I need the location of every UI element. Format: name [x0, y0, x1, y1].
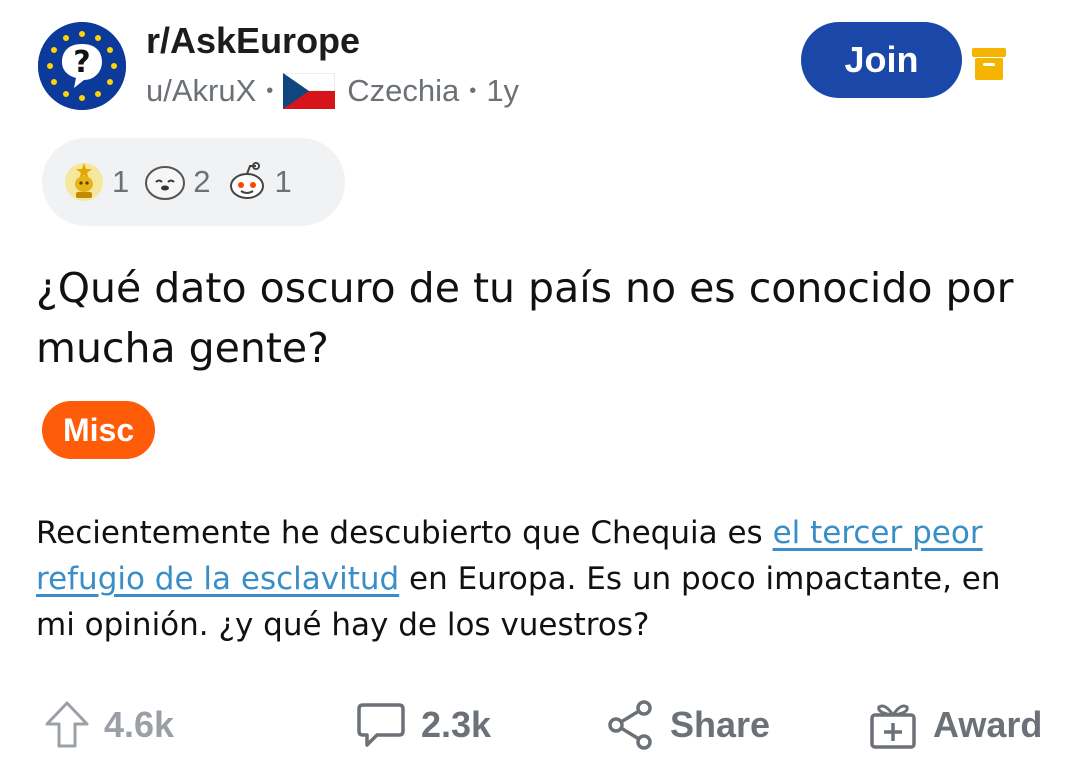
subreddit-icon[interactable]: ?: [38, 22, 126, 110]
upvote-arrow-icon: [45, 701, 89, 748]
award-count: 1: [112, 164, 130, 199]
award-item[interactable]: 2: [143, 160, 211, 204]
post-meta: u/AkruX • Czechia • 1y: [146, 70, 519, 112]
subreddit-name[interactable]: r/AskEurope: [146, 20, 360, 62]
comments-button[interactable]: 2.3k: [355, 694, 491, 756]
upvote-button[interactable]: 4.6k: [44, 694, 174, 756]
award-label: Award: [933, 704, 1043, 745]
award-item[interactable]: 1: [62, 160, 129, 204]
comment-bubble-icon: [357, 703, 405, 747]
award-count: 1: [274, 164, 292, 199]
svg-text:?: ?: [73, 45, 90, 80]
post-body: Recientemente he descubierto que Chequia…: [36, 510, 1036, 648]
share-icon: [608, 700, 652, 750]
czech-flag-icon: [283, 73, 336, 109]
award-count: 2: [193, 164, 211, 199]
snoo-award-icon: [229, 162, 264, 199]
comment-count: 2.3k: [421, 704, 492, 745]
gift-box-icon: [870, 704, 916, 749]
gold-trophy-award-icon: [65, 163, 103, 201]
award-item[interactable]: 1: [225, 160, 292, 204]
share-button[interactable]: Share: [606, 694, 770, 756]
separator-dot: •: [469, 79, 477, 102]
author-country: Czechia: [347, 73, 460, 108]
post-age: 1y: [486, 73, 520, 108]
body-text: Recientemente he descubierto que Chequia…: [36, 515, 773, 551]
post-flair[interactable]: Misc: [42, 401, 156, 459]
author-name[interactable]: u/AkruX: [146, 73, 256, 109]
post-title[interactable]: ¿Qué dato oscuro de tu país no es conoci…: [36, 258, 1046, 378]
award-button[interactable]: Award: [867, 694, 1042, 756]
share-label: Share: [670, 704, 771, 745]
wholesome-seal-award-icon: [145, 166, 186, 200]
awards-bar[interactable]: 1 2 1: [42, 138, 345, 226]
join-button[interactable]: Join: [801, 22, 962, 98]
separator-dot: •: [266, 79, 274, 102]
archive-icon[interactable]: [972, 46, 1006, 82]
upvote-count: 4.6k: [104, 704, 175, 745]
question-mark-eu-stars-icon: ?: [38, 22, 126, 110]
